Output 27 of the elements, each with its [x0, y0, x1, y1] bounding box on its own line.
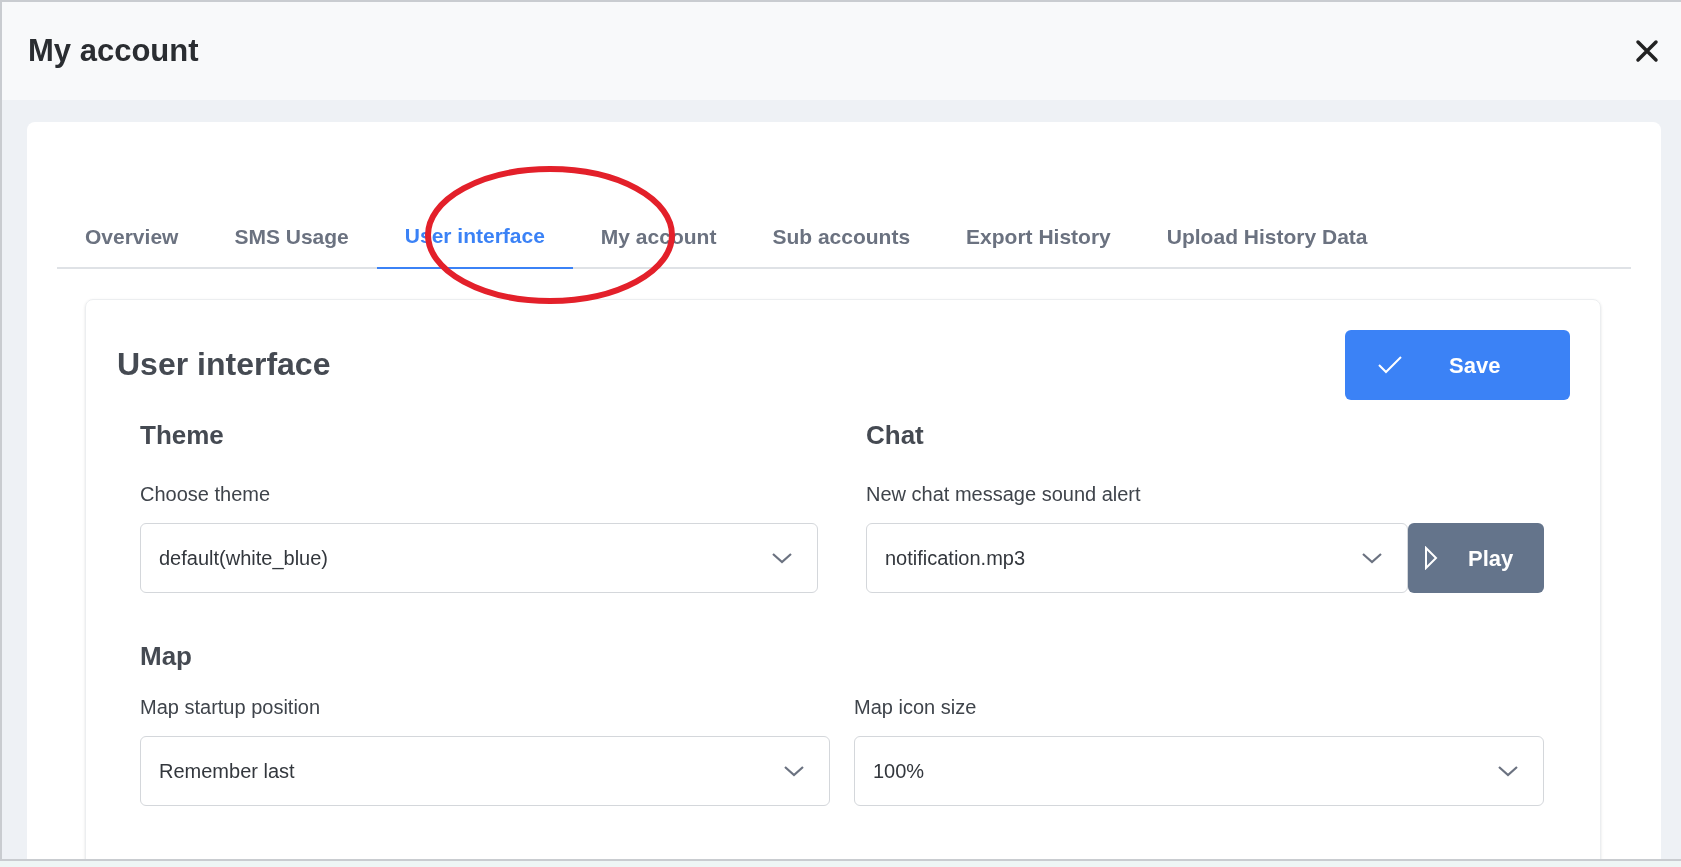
tab[interactable]: Overview	[57, 205, 207, 269]
section-title: Theme	[140, 419, 225, 452]
chevron-down-icon	[783, 765, 805, 777]
tab[interactable]: SMS Usage	[206, 205, 377, 269]
select-field[interactable]: default(white_blue)	[140, 523, 818, 593]
select-field[interactable]: notification.mp3	[866, 523, 1408, 593]
field-label: Map icon size	[854, 695, 978, 720]
select-field[interactable]: Remember last	[140, 736, 830, 806]
field-label: Choose theme	[140, 482, 272, 507]
tab[interactable]: Export History	[938, 205, 1139, 269]
field-label: Map startup position	[140, 695, 322, 720]
save-button[interactable]: Save	[1345, 330, 1570, 400]
play-button[interactable]: Play	[1408, 523, 1544, 593]
section-title: Map	[140, 640, 193, 673]
play-icon	[1424, 546, 1438, 570]
tab[interactable]: Upload History Data	[1138, 205, 1396, 269]
select-field[interactable]: 100%	[854, 736, 1544, 806]
chevron-down-icon	[1497, 765, 1519, 777]
field-label: New chat message sound alert	[866, 482, 1142, 507]
tab[interactable]: Sub accounts	[744, 205, 939, 269]
check-icon	[1377, 355, 1403, 375]
chevron-down-icon	[771, 552, 793, 564]
chevron-down-icon	[1361, 552, 1383, 564]
window-title: My account	[28, 31, 199, 70]
section-title: Chat	[866, 419, 925, 452]
panel-title: User interface	[117, 345, 331, 384]
close-icon[interactable]	[1635, 39, 1659, 63]
